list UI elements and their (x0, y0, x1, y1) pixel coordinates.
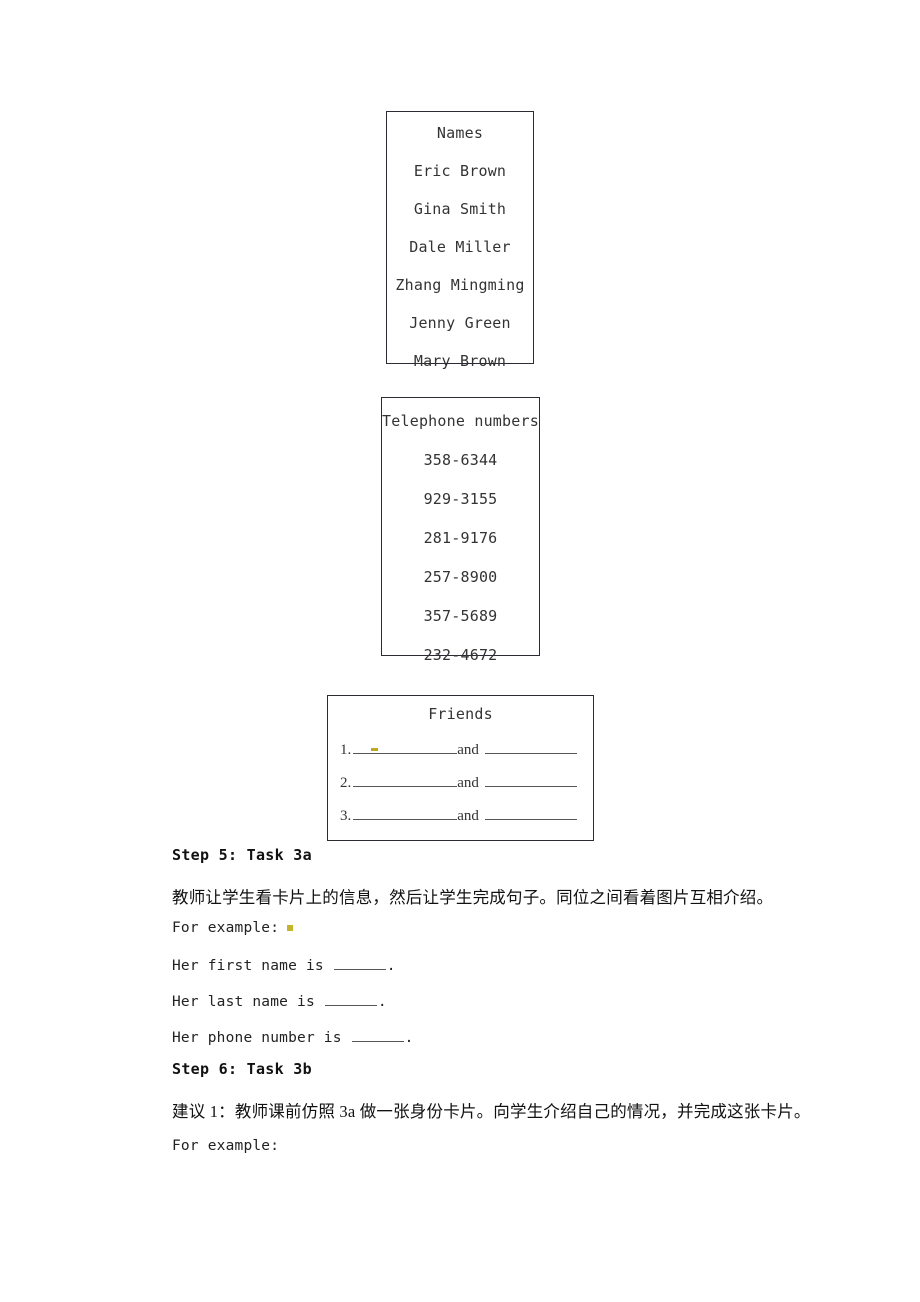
telephone-card-entry: 281-9176 (423, 529, 498, 547)
friends-row: 2. and (340, 773, 581, 792)
highlight-dot-icon (287, 925, 294, 931)
friends-card-title: Friends (428, 705, 493, 723)
friends-blank-second[interactable] (484, 740, 577, 754)
sentence-first-name: Her first name is . (172, 957, 396, 974)
sentence-blank[interactable] (324, 993, 377, 1006)
sentence-blank[interactable] (333, 957, 386, 970)
sentence-blank[interactable] (351, 1029, 404, 1042)
step-5-heading: Step 5: Task 3a (172, 846, 312, 864)
document-page: Names Eric Brown Gina Smith Dale Miller … (0, 0, 920, 1302)
names-card: Names Eric Brown Gina Smith Dale Miller … (386, 111, 534, 370)
friends-row-number: 2. (340, 775, 352, 791)
friends-row: 3. and (340, 806, 581, 825)
names-card-entry: Jenny Green (409, 314, 511, 332)
sentence-text-after: . (404, 1030, 414, 1046)
step-6-heading: Step 6: Task 3b (172, 1060, 312, 1078)
names-card-entry: Eric Brown (413, 162, 507, 180)
step-6-chinese-text: 建议 1：教师课前仿照 3a 做一张身份卡片。向学生介绍自己的情况，并完成这张卡… (172, 1102, 811, 1121)
step-5-chinese-text: 教师让学生看卡片上的信息，然后让学生完成句子。同位之间看着图片互相介绍。 (172, 888, 774, 907)
highlight-mark-icon (371, 748, 379, 751)
example-label-text: For example: (172, 920, 280, 936)
friends-row-connector: and (457, 742, 479, 758)
friends-blank-first[interactable] (353, 773, 458, 787)
names-card-entry: Dale Miller (409, 238, 511, 256)
names-card-entry: Zhang Mingming (395, 276, 525, 294)
telephone-card-entry: 929-3155 (423, 490, 498, 508)
friends-row-connector: and (457, 775, 479, 791)
sentence-text-after: . (386, 958, 396, 974)
telephone-card-entry: 358-6344 (423, 451, 498, 469)
friends-blank-second[interactable] (484, 806, 577, 820)
friends-blank-second[interactable] (484, 773, 577, 787)
sentence-last-name: Her last name is . (172, 993, 387, 1010)
friends-blank-first[interactable] (353, 740, 458, 754)
sentence-text-after: . (377, 994, 387, 1010)
telephone-card-title: Telephone numbers (382, 412, 539, 430)
friends-blank-first[interactable] (353, 806, 458, 820)
names-card-title: Names (436, 124, 484, 142)
friends-row-number: 1. (340, 742, 352, 758)
telephone-card-entry: 232-4672 (423, 646, 498, 664)
sentence-text-before: Her phone number is (172, 1030, 351, 1046)
friends-row-connector: and (457, 808, 479, 824)
step-5-example-label: For example: (172, 920, 294, 936)
sentence-text-before: Her last name is (172, 994, 324, 1010)
friends-row-number: 3. (340, 808, 352, 824)
names-card-entry: Mary Brown (413, 352, 507, 370)
telephone-numbers-card: Telephone numbers 358-6344 929-3155 281-… (381, 397, 540, 664)
friends-card: Friends 1. and 2. and 3. and (327, 695, 594, 841)
step-6-example-label: For example: (172, 1138, 280, 1154)
telephone-card-entry: 357-5689 (423, 607, 498, 625)
sentence-text-before: Her first name is (172, 958, 333, 974)
names-card-entry: Gina Smith (413, 200, 507, 218)
sentence-phone-number: Her phone number is . (172, 1029, 414, 1046)
friends-row: 1. and (340, 740, 581, 759)
telephone-card-entry: 257-8900 (423, 568, 498, 586)
